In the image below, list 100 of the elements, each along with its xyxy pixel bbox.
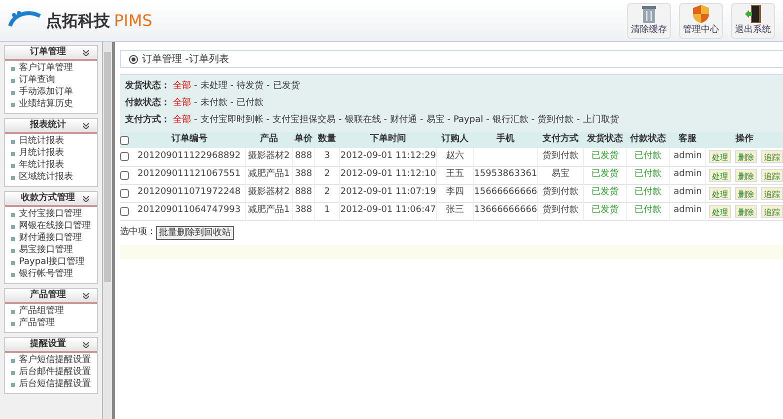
column-header: 产品 bbox=[245, 132, 293, 148]
table-cell: 摄影器材2 bbox=[245, 184, 293, 202]
filter-option[interactable]: 银行汇款 bbox=[492, 114, 528, 128]
action-button[interactable]: 追踪 bbox=[761, 150, 783, 164]
filter-option[interactable]: 易宝 bbox=[426, 114, 444, 128]
row-checkbox[interactable] bbox=[120, 152, 129, 162]
sidebar-item[interactable]: 产品管理 bbox=[19, 317, 55, 331]
sidebar-item[interactable]: 年统计报表 bbox=[19, 159, 64, 173]
filter-option[interactable]: 货到付款 bbox=[538, 114, 574, 128]
table-cell: 已付款 bbox=[626, 202, 670, 220]
action-button[interactable]: 删除 bbox=[735, 204, 757, 218]
sidebar-header[interactable]: 提醒设置 bbox=[5, 338, 97, 353]
action-button[interactable]: 追踪 bbox=[761, 204, 783, 218]
filter-label: 支付方式： bbox=[125, 114, 171, 127]
table-cell: 张三 bbox=[436, 202, 474, 220]
sidebar-item[interactable]: 区域统计报表 bbox=[19, 171, 73, 185]
filter-option[interactable]: 未付款 bbox=[200, 96, 228, 110]
column-header: 数量 bbox=[314, 132, 340, 148]
table-cell: 201209011071972248 bbox=[134, 184, 246, 202]
action-button[interactable]: 删除 bbox=[735, 168, 757, 182]
table-cell: 2 bbox=[314, 166, 340, 184]
header-button[interactable]: 管理中心 bbox=[679, 2, 723, 38]
row-checkbox[interactable] bbox=[120, 206, 129, 216]
sidebar-item[interactable]: 易宝接口管理 bbox=[19, 244, 73, 258]
sidebar-item[interactable]: 银行帐号管理 bbox=[19, 268, 73, 282]
sidebar-item[interactable]: Paypal接口管理 bbox=[19, 256, 85, 270]
sidebar-item[interactable]: 支付宝接口管理 bbox=[19, 208, 82, 222]
bulk-label: 选中项： bbox=[120, 226, 156, 239]
sidebar-header[interactable]: 收款方式管理 bbox=[5, 192, 97, 207]
action-button[interactable]: 删除 bbox=[735, 150, 757, 164]
column-header: 支付方式 bbox=[538, 132, 584, 148]
table-cell: 王五 bbox=[436, 166, 474, 184]
sidebar-item[interactable]: 后台短信提醒设置 bbox=[19, 378, 91, 392]
logo-product: PIMS bbox=[114, 10, 152, 32]
action-button[interactable]: 处理 bbox=[709, 168, 731, 182]
filter-option[interactable]: 银联在线 bbox=[344, 114, 381, 128]
action-button[interactable]: 处理 bbox=[709, 150, 731, 164]
table-cell: 已付款 bbox=[626, 148, 670, 166]
table-cell: 已付款 bbox=[626, 166, 670, 184]
filter-option[interactable]: 已发货 bbox=[272, 80, 300, 94]
action-button[interactable]: 删除 bbox=[735, 186, 757, 200]
action-button[interactable]: 处理 bbox=[709, 186, 731, 200]
action-button[interactable]: 追踪 bbox=[761, 168, 783, 182]
sidebar-item[interactable]: 手动添加订单 bbox=[19, 86, 73, 100]
filter-option[interactable]: 全部 bbox=[173, 96, 191, 110]
table-cell: 15666666666 bbox=[474, 184, 538, 202]
filter-option[interactable]: 已付款 bbox=[236, 96, 264, 110]
sidebar-header[interactable]: 订单管理 bbox=[5, 46, 97, 61]
table-cell: 3 bbox=[314, 148, 340, 166]
action-button[interactable]: 处理 bbox=[709, 204, 731, 218]
sidebar-item[interactable]: 客户短信提醒设置 bbox=[19, 354, 91, 368]
bulk-delete-button[interactable]: 批量删除到回收站 bbox=[156, 226, 234, 240]
separator-dash: - bbox=[266, 80, 271, 93]
table-cell: 201209011122968892 bbox=[134, 148, 246, 166]
table-cell: 201209011064747993 bbox=[134, 202, 246, 220]
table-cell: 赵六 bbox=[436, 148, 474, 166]
filter-option[interactable]: 支付宝即时到帐 bbox=[200, 114, 264, 128]
sidebar-item[interactable]: 财付通接口管理 bbox=[19, 232, 82, 246]
filter-option[interactable]: 支付宝担保交易 bbox=[272, 114, 336, 128]
sidebar-item[interactable]: 后台邮件提醒设置 bbox=[19, 366, 91, 380]
exit-door-icon bbox=[744, 4, 762, 24]
collapse-chevron-icon bbox=[83, 342, 89, 348]
filter-option[interactable]: Paypal bbox=[454, 114, 484, 128]
bullet-icon bbox=[11, 176, 15, 180]
row-checkbox[interactable] bbox=[120, 188, 129, 198]
table-cell: 减肥产品1 bbox=[245, 166, 293, 184]
page-title: 订单管理 -订单列表 bbox=[142, 52, 229, 66]
filter-option[interactable]: 全部 bbox=[173, 80, 191, 94]
sidebar-item[interactable]: 客户订单管理 bbox=[19, 62, 73, 76]
filter-option[interactable]: 待发货 bbox=[236, 80, 264, 94]
header-button[interactable]: 清除缓存 bbox=[627, 2, 671, 38]
sidebar-item[interactable]: 订单查询 bbox=[19, 74, 55, 88]
action-button[interactable]: 追踪 bbox=[761, 186, 783, 200]
table-cell: 388 bbox=[292, 202, 314, 220]
header-button[interactable]: 退出系统 bbox=[731, 2, 775, 38]
filter-option[interactable]: 财付通 bbox=[390, 114, 417, 128]
row-checkbox[interactable] bbox=[120, 170, 129, 180]
table-cell: 货到付款 bbox=[538, 202, 584, 220]
bullet-icon bbox=[11, 383, 15, 387]
collapse-chevron-icon bbox=[83, 196, 89, 202]
table-cell: 减肥产品1 bbox=[245, 202, 293, 220]
sidebar-item[interactable]: 网银在线接口管理 bbox=[19, 220, 91, 234]
sidebar-item[interactable]: 业绩结算历史 bbox=[19, 98, 73, 112]
table-cell: 2012-09-01 11:12:10 bbox=[340, 166, 436, 184]
sidebar-item[interactable]: 产品组管理 bbox=[19, 305, 64, 319]
select-all-checkbox[interactable] bbox=[120, 136, 129, 144]
separator-dash: - bbox=[419, 114, 424, 127]
separator-dash: - bbox=[229, 96, 234, 110]
separator-dash: - bbox=[446, 114, 452, 127]
table-cell: admin bbox=[670, 148, 706, 166]
sidebar-header[interactable]: 报表统计 bbox=[5, 119, 97, 134]
filter-option[interactable]: 上门取货 bbox=[582, 114, 619, 128]
sidebar-header[interactable]: 产品管理 bbox=[5, 289, 97, 304]
table-cell: 已发货 bbox=[583, 166, 626, 184]
table-cell: 201209011121067551 bbox=[134, 166, 246, 184]
separator-dash: - bbox=[265, 114, 270, 127]
filter-option[interactable]: 未处理 bbox=[200, 80, 228, 94]
sidebar-item[interactable]: 日统计报表 bbox=[19, 135, 64, 149]
filter-option[interactable]: 全部 bbox=[173, 114, 191, 128]
sidebar-item[interactable]: 月统计报表 bbox=[19, 147, 64, 161]
